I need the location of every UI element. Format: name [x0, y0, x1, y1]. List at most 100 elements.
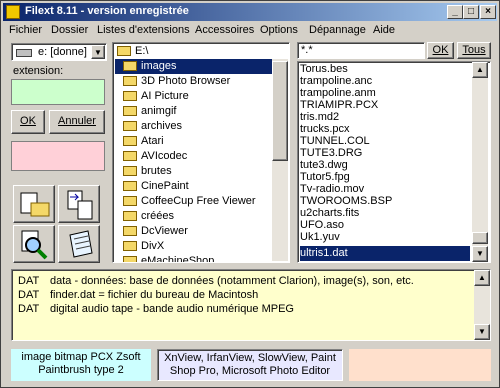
- filter-field[interactable]: *.*: [297, 42, 425, 59]
- programs-status: XnView, IrfanView, SlowView, Paint Shop …: [157, 349, 343, 381]
- ok-button[interactable]: OK: [11, 110, 45, 134]
- description-text: digital audio tape - bande audio numériq…: [50, 303, 294, 315]
- ok-label: OK: [20, 115, 36, 127]
- drive-icon: [16, 49, 32, 57]
- folder-icon: [123, 76, 137, 86]
- type-status-line: image bitmap PCX Zsoft: [21, 351, 141, 363]
- description-scrollbar[interactable]: ▲ ▼: [474, 270, 490, 340]
- file-item[interactable]: Uk1.yuv: [300, 230, 340, 245]
- folder-icon: [123, 226, 137, 236]
- filter-ok-label: OK: [432, 44, 449, 56]
- folder-name: créées: [141, 210, 175, 222]
- folder-name: images: [141, 60, 177, 72]
- description-line: DAT finder.dat = fichier du bureau de Mac…: [18, 289, 258, 301]
- folder-icon: [123, 241, 137, 251]
- folder-scrollbar[interactable]: [272, 59, 288, 261]
- extension-label: extension:: [13, 65, 64, 77]
- notepad-icon: [69, 230, 93, 258]
- right-status: [349, 349, 491, 381]
- window-title: Filext 8.11 - version enregistrée: [25, 5, 189, 17]
- folder-icon: [123, 136, 137, 146]
- notepad-button[interactable]: [58, 225, 100, 263]
- description-panel: DAT data - données: base de données (nota…: [11, 269, 491, 341]
- folder-icon: [123, 151, 137, 161]
- folder-name: DcViewer: [141, 225, 188, 237]
- scroll-up-icon[interactable]: ▲: [472, 62, 488, 78]
- menu-aide[interactable]: Aide: [373, 24, 395, 36]
- folder-name: Atari: [141, 135, 164, 147]
- description-ext: DAT: [18, 303, 40, 315]
- current-path: E:\: [135, 45, 149, 57]
- annuler-label: Annuler: [58, 115, 96, 127]
- menu-listes-extensions[interactable]: Listes d'extensions: [97, 24, 190, 36]
- folder-name: CinePaint: [141, 180, 189, 192]
- folder-name: DivX: [141, 240, 165, 252]
- menu-bar: Fichier Dossier Listes d'extensions Acce…: [3, 22, 497, 40]
- scroll-up-icon[interactable]: ▲: [474, 270, 490, 286]
- folder-name: eMachineShop: [141, 255, 215, 263]
- scroll-thumb[interactable]: [272, 61, 288, 161]
- list-files-button[interactable]: [58, 185, 100, 223]
- type-status-line: Paintbrush type 2: [38, 364, 124, 376]
- folder-item[interactable]: images: [115, 59, 273, 74]
- scroll-thumb[interactable]: [472, 232, 488, 244]
- drive-value: e: [donne]: [38, 46, 87, 58]
- app-window: Filext 8.11 - version enregistrée _ □ × …: [0, 0, 500, 388]
- folder-icon: [123, 121, 137, 131]
- folder-list[interactable]: E:\ images 3D Photo Browser AI Picture a…: [112, 42, 290, 263]
- file-list-icon: [67, 190, 93, 220]
- folder-icon: [123, 181, 137, 191]
- folder-open-icon: [117, 46, 131, 56]
- folder-icon: [123, 196, 137, 206]
- file-scrollbar[interactable]: ▲ ▼: [472, 62, 488, 262]
- programs-status-line: Shop Pro, Microsoft Photo Editor: [169, 365, 331, 377]
- menu-accessoires[interactable]: Accessoires: [195, 24, 254, 36]
- scroll-down-icon[interactable]: ▼: [474, 324, 490, 340]
- copy-files-button[interactable]: [13, 185, 55, 223]
- folder-name: animgif: [141, 105, 177, 117]
- description-ext: DAT: [18, 289, 40, 301]
- search-button[interactable]: [13, 225, 55, 263]
- drive-select[interactable]: e: [donne] ▼: [11, 43, 107, 61]
- menu-options[interactable]: Options: [260, 24, 298, 36]
- maximize-button[interactable]: □: [463, 5, 479, 19]
- menu-fichier[interactable]: Fichier: [9, 24, 42, 36]
- folder-icon: [123, 211, 137, 221]
- chevron-down-icon[interactable]: ▼: [91, 45, 105, 59]
- filter-ok-button[interactable]: OK: [427, 42, 454, 59]
- close-button[interactable]: ×: [480, 5, 496, 19]
- pink-field: [11, 141, 105, 171]
- minimize-button[interactable]: _: [447, 5, 463, 19]
- description-text: data - données: base de données (notamme…: [50, 275, 414, 287]
- file-item-selected[interactable]: ultris1.dat: [299, 245, 471, 262]
- title-bar[interactable]: Filext 8.11 - version enregistrée _ □ ×: [3, 3, 497, 21]
- file-list[interactable]: Torus.bes trampoline.anc trampoline.anm …: [297, 61, 491, 263]
- folder-icon: [123, 91, 137, 101]
- description-ext: DAT: [18, 275, 40, 287]
- app-icon: [6, 5, 20, 19]
- filter-value: *.*: [301, 44, 313, 56]
- scroll-down-icon[interactable]: ▼: [472, 246, 488, 262]
- folder-name: 3D Photo Browser: [141, 75, 231, 87]
- tous-button[interactable]: Tous: [457, 42, 491, 59]
- type-status: image bitmap PCX Zsoft Paintbrush type 2: [11, 349, 151, 381]
- folder-name: AVIcodec: [141, 150, 188, 162]
- folder-name: brutes: [141, 165, 172, 177]
- search-icon: [21, 230, 48, 260]
- folder-icon: [123, 106, 137, 116]
- programs-status-line: XnView, IrfanView, SlowView, Paint: [164, 352, 336, 364]
- folder-name: AI Picture: [141, 90, 189, 102]
- annuler-button[interactable]: Annuler: [49, 110, 105, 134]
- extension-field[interactable]: [11, 79, 105, 105]
- folder-name: archives: [141, 120, 182, 132]
- tous-label: Tous: [462, 44, 486, 56]
- folder-name: CoffeeCup Free Viewer: [141, 195, 256, 207]
- menu-depannage[interactable]: Dépannage: [309, 24, 366, 36]
- description-text: finder.dat = fichier du bureau de Macint…: [50, 289, 259, 301]
- menu-dossier[interactable]: Dossier: [51, 24, 88, 36]
- description-line: DAT digital audio tape - bande audio numé…: [18, 303, 294, 315]
- folder-icon: [123, 256, 137, 262]
- description-line: DAT data - données: base de données (nota…: [18, 275, 414, 287]
- folder-open-icon: [123, 61, 137, 71]
- copy-folder-icon: [20, 192, 50, 217]
